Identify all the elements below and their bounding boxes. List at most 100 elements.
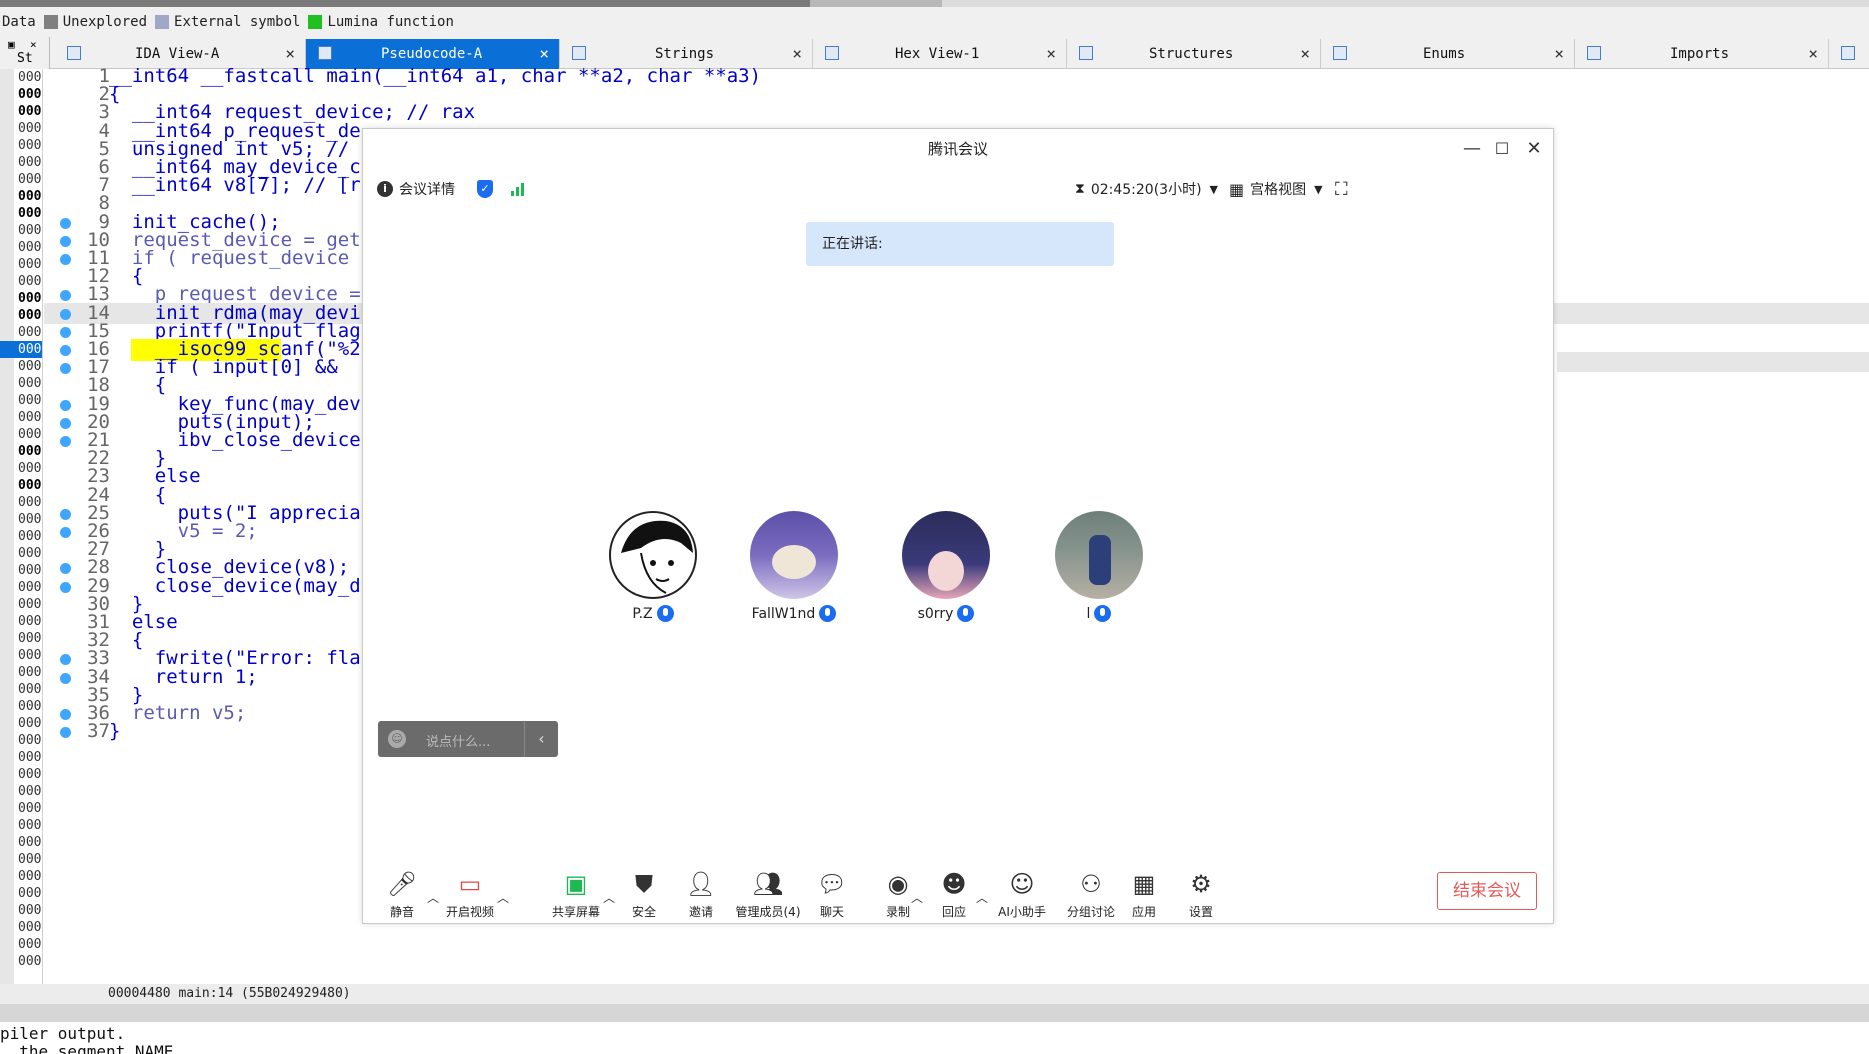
- functions-list[interactable]: 000 000 000 000 000 000 000 000 000 000 000 000 000 0…: [0, 69, 43, 984]
- info-icon[interactable]: i: [377, 181, 393, 197]
- function-row[interactable]: 000: [0, 953, 42, 970]
- navigation-band[interactable]: [0, 0, 1869, 7]
- tab-imports[interactable]: Imports ×: [1575, 39, 1829, 69]
- function-row[interactable]: 000: [0, 103, 42, 120]
- function-row[interactable]: 000: [0, 783, 42, 800]
- restore-icon[interactable]: ▣: [8, 38, 15, 51]
- function-row[interactable]: 000: [0, 205, 42, 222]
- tab-close-icon[interactable]: ×: [792, 44, 802, 63]
- tab-enums[interactable]: Enums ×: [1321, 39, 1575, 69]
- function-row[interactable]: 000: [0, 715, 42, 732]
- meeting-timer[interactable]: ⧗ 02:45:20(3小时) ▼: [1075, 175, 1218, 203]
- function-row[interactable]: 000: [0, 647, 42, 664]
- chat-button[interactable]: 💬︎ 聊天: [797, 869, 867, 920]
- function-row[interactable]: 000: [0, 222, 42, 239]
- security-shield-icon[interactable]: ✓: [477, 180, 493, 198]
- meeting-details-button[interactable]: 会议详情: [399, 179, 455, 199]
- fullscreen-icon[interactable]: ⛶: [1335, 175, 1348, 203]
- minimize-icon[interactable]: —: [1457, 135, 1487, 163]
- function-row[interactable]: 000: [0, 290, 42, 307]
- function-row[interactable]: 000: [0, 868, 42, 885]
- participant-tile[interactable]: FallW1nd: [724, 511, 864, 622]
- function-row[interactable]: 000: [0, 698, 42, 715]
- function-row[interactable]: 000: [0, 613, 42, 630]
- function-row[interactable]: 000: [0, 902, 42, 919]
- chevron-down-icon: ▼: [1314, 182, 1323, 196]
- signal-icon[interactable]: [511, 182, 526, 196]
- function-row[interactable]: 000: [0, 324, 42, 341]
- mic-icon: [957, 605, 975, 622]
- share-screen-button[interactable]: ▣ 共享屏幕: [541, 869, 611, 920]
- emoji-icon[interactable]: ☺: [388, 730, 406, 748]
- close-icon[interactable]: ✕: [1519, 135, 1549, 163]
- tab-close-icon[interactable]: ×: [1046, 44, 1056, 63]
- participant-tile[interactable]: P.Z: [583, 511, 723, 622]
- tab-more[interactable]: [1829, 39, 1869, 69]
- function-row[interactable]: 000: [0, 460, 42, 477]
- output-splitter[interactable]: [0, 1004, 1869, 1022]
- function-row[interactable]: 000: [0, 885, 42, 902]
- function-row[interactable]: 000: [0, 749, 42, 766]
- function-row[interactable]: 000: [0, 681, 42, 698]
- function-row[interactable]: 000: [0, 528, 42, 545]
- tab-close-icon[interactable]: ×: [1554, 44, 1564, 63]
- settings-icon: ⚙︎: [1190, 870, 1212, 898]
- tab-close-icon[interactable]: ×: [285, 44, 295, 63]
- tab-close-icon[interactable]: ×: [1808, 44, 1818, 63]
- function-row[interactable]: 000: [0, 256, 42, 273]
- start-video-button[interactable]: ▭ 开启视频: [435, 869, 505, 920]
- maximize-icon[interactable]: ☐: [1487, 135, 1517, 163]
- function-row[interactable]: 000: [0, 851, 42, 868]
- function-row[interactable]: 000: [0, 630, 42, 647]
- function-row[interactable]: 000: [0, 664, 42, 681]
- tab-close-icon[interactable]: ×: [539, 44, 549, 63]
- function-row[interactable]: 000: [0, 409, 42, 426]
- function-row[interactable]: 000: [0, 273, 42, 290]
- function-row[interactable]: 000: [0, 732, 42, 749]
- function-row[interactable]: 000: [0, 239, 42, 256]
- function-row[interactable]: 000: [0, 86, 42, 103]
- tab-hex-view[interactable]: Hex View-1 ×: [813, 39, 1067, 69]
- function-row[interactable]: 000: [0, 392, 42, 409]
- close-icon[interactable]: ×: [30, 38, 37, 51]
- function-row[interactable]: 000: [0, 494, 42, 511]
- function-row[interactable]: 000: [0, 511, 42, 528]
- settings-button[interactable]: ⚙︎ 设置: [1171, 869, 1231, 920]
- left-pane-title: St: [17, 51, 33, 66]
- function-row[interactable]: 000: [0, 171, 42, 188]
- function-row[interactable]: 000: [0, 766, 42, 783]
- chat-input[interactable]: ☺ 说点什么... ‹: [378, 721, 558, 757]
- function-row[interactable]: 000: [0, 579, 42, 596]
- function-row[interactable]: 000: [0, 188, 42, 205]
- function-row[interactable]: 000: [0, 477, 42, 494]
- function-row[interactable]: 000: [0, 562, 42, 579]
- chevron-up-icon[interactable]: ︿: [497, 889, 509, 906]
- ai-assistant-button[interactable]: ☺ AI小助手: [985, 869, 1059, 920]
- function-row[interactable]: 000: [0, 545, 42, 562]
- function-row[interactable]: 000: [0, 341, 42, 358]
- function-row[interactable]: 000: [0, 120, 42, 137]
- function-row[interactable]: 000: [0, 443, 42, 460]
- end-meeting-button[interactable]: 结束会议: [1437, 872, 1537, 910]
- view-mode-button[interactable]: ▦ 宫格视图 ▼: [1229, 175, 1323, 203]
- function-row[interactable]: 000: [0, 375, 42, 392]
- function-row[interactable]: 000: [0, 154, 42, 171]
- function-row[interactable]: 000: [0, 137, 42, 154]
- function-row[interactable]: 000: [0, 817, 42, 834]
- function-row[interactable]: 000: [0, 426, 42, 443]
- participant-tile[interactable]: l: [1029, 511, 1169, 622]
- function-row[interactable]: 000: [0, 919, 42, 936]
- function-row[interactable]: 000: [0, 596, 42, 613]
- participant-tile[interactable]: s0rry: [876, 511, 1016, 622]
- function-row[interactable]: 000: [0, 358, 42, 375]
- tab-structures[interactable]: Structures ×: [1067, 39, 1321, 69]
- function-row[interactable]: 000: [0, 936, 42, 953]
- chevron-left-icon[interactable]: ‹: [524, 721, 558, 757]
- apps-button[interactable]: ▦ 应用: [1117, 869, 1171, 920]
- tab-close-icon[interactable]: ×: [1300, 44, 1310, 63]
- function-row[interactable]: 000: [0, 69, 42, 86]
- function-row[interactable]: 000: [0, 800, 42, 817]
- function-row[interactable]: 000: [0, 307, 42, 324]
- output-window[interactable]: piler output. the segment NAME: [0, 1022, 1869, 1054]
- function-row[interactable]: 000: [0, 834, 42, 851]
